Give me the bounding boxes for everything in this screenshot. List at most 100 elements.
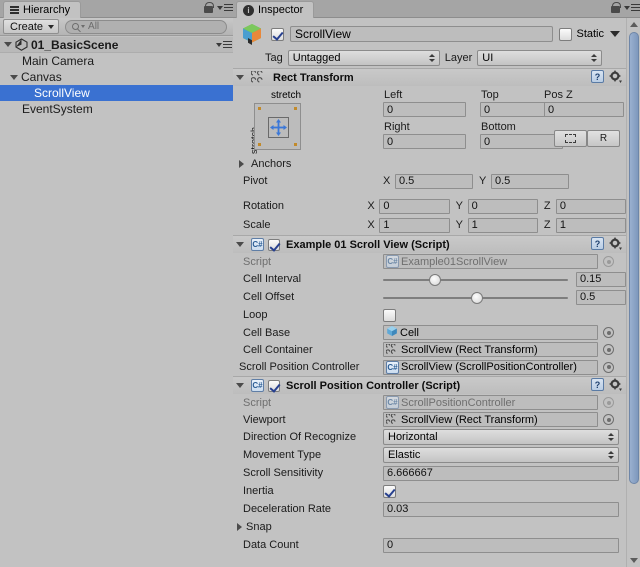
cell-interval-slider[interactable]	[383, 273, 568, 286]
chevron-down-icon[interactable]	[236, 75, 244, 80]
slider-handle[interactable]	[471, 291, 483, 304]
rect-transform-icon	[250, 70, 267, 84]
prefab-cube-icon	[239, 21, 265, 47]
cell-base-objectfield[interactable]: Cell	[383, 325, 598, 340]
deceleration-rate-input[interactable]: 0.03	[383, 501, 619, 517]
scroll-position-controller-objectfield[interactable]: C# ScrollView (ScrollPositionController)	[383, 359, 598, 375]
rotation-y-input[interactable]: 0	[467, 198, 538, 214]
help-icon[interactable]: ?	[591, 378, 604, 391]
lock-icon[interactable]	[611, 2, 621, 13]
loop-label: Loop	[243, 309, 268, 321]
hierarchy-toolbar: Create All	[0, 18, 233, 36]
tab-inspector[interactable]: i Inspector	[236, 1, 315, 18]
panel-menu-icon[interactable]	[624, 2, 640, 13]
static-dropdown-caret-icon[interactable]	[610, 31, 620, 37]
cell-base-picker-icon[interactable]	[603, 327, 614, 338]
scroll-down-arrow-icon[interactable]	[627, 554, 640, 567]
scale-y-axis: Y	[455, 219, 463, 231]
hierarchy-scene-row[interactable]: 01_BasicScene	[0, 37, 233, 53]
cell-container-picker-icon[interactable]	[603, 344, 614, 355]
pivot-y-input[interactable]: 0.5	[491, 173, 569, 189]
scrollbar-thumb[interactable]	[629, 32, 639, 484]
movement-type-dropdown[interactable]: Elastic	[383, 447, 619, 463]
cell-offset-input[interactable]: 0.5	[576, 289, 626, 305]
hierarchy-tab-controls	[204, 2, 233, 13]
lock-icon[interactable]	[204, 2, 214, 13]
snap-foldout[interactable]: Snap	[233, 518, 626, 536]
chevron-updown-icon	[591, 54, 598, 62]
component-enabled-checkbox[interactable]	[268, 238, 280, 251]
cell-container-objectfield[interactable]: ScrollView (Rect Transform)	[383, 342, 598, 357]
anchors-foldout[interactable]: Anchors	[239, 158, 291, 170]
hierarchy-item-eventsystem[interactable]: EventSystem	[0, 101, 233, 117]
direction-of-recognize-row: Direction Of Recognize Horizontal	[233, 428, 626, 446]
inspector-scrollbar[interactable]	[626, 18, 640, 567]
scroll-sensitivity-label: Scroll Sensitivity	[243, 467, 324, 479]
example-01-scroll-view-header[interactable]: C# Example 01 Scroll View (Script) ?	[233, 236, 626, 253]
gear-icon[interactable]	[609, 70, 622, 83]
chevron-down-icon[interactable]	[4, 42, 12, 47]
left-input[interactable]: 0	[383, 102, 466, 117]
anchor-preset-stretch-glyph	[268, 117, 289, 138]
gameobject-name-value: ScrollView	[295, 27, 351, 41]
layer-value: UI	[482, 52, 494, 64]
data-count-input[interactable]: 0	[383, 537, 619, 553]
script-picker-icon[interactable]	[603, 256, 614, 267]
script-objectfield[interactable]: C# Example01ScrollView	[383, 254, 598, 269]
gameobject-enabled-checkbox[interactable]	[271, 27, 284, 41]
pivot-x-input[interactable]: 0.5	[395, 173, 473, 189]
scale-z-axis: Z	[543, 219, 551, 231]
raw-edit-mode-button[interactable]: R	[587, 130, 620, 147]
inertia-label: Inertia	[243, 485, 274, 497]
panel-menu-icon[interactable]	[217, 2, 233, 13]
search-input[interactable]: All	[65, 19, 227, 34]
hierarchy-item-canvas[interactable]: Canvas	[0, 69, 233, 85]
scale-y-input[interactable]: 1	[467, 217, 538, 233]
scale-x-input[interactable]: 1	[379, 217, 450, 233]
snap-label: Snap	[246, 521, 272, 533]
scene-menu-icon[interactable]	[216, 39, 232, 50]
rotation-x-input[interactable]: 0	[379, 198, 450, 214]
gear-icon[interactable]	[609, 237, 622, 250]
anchor-preset-button[interactable]	[254, 103, 301, 150]
inertia-checkbox[interactable]	[383, 484, 396, 498]
direction-of-recognize-dropdown[interactable]: Horizontal	[383, 429, 619, 445]
tag-dropdown[interactable]: Untagged	[287, 50, 440, 66]
spc-script-objectfield[interactable]: C# ScrollPositionController	[383, 395, 598, 410]
bottom-input[interactable]: 0	[480, 134, 563, 149]
viewport-objectfield[interactable]: ScrollView (Rect Transform)	[383, 412, 598, 427]
gear-icon[interactable]	[609, 378, 622, 391]
help-icon[interactable]: ?	[591, 237, 604, 250]
blueprint-mode-button[interactable]	[554, 130, 587, 147]
slider-handle[interactable]	[429, 273, 441, 286]
static-checkbox[interactable]	[559, 27, 573, 41]
tab-hierarchy[interactable]: Hierarchy	[3, 1, 82, 18]
right-input[interactable]: 0	[383, 134, 466, 149]
viewport-picker-icon[interactable]	[603, 414, 614, 425]
cell-offset-slider[interactable]	[383, 291, 568, 304]
layer-dropdown[interactable]: UI	[477, 50, 603, 66]
create-button[interactable]: Create	[3, 19, 60, 34]
chevron-down-icon[interactable]	[10, 74, 18, 80]
chevron-down-icon[interactable]	[236, 383, 244, 388]
hierarchy-item-main-camera[interactable]: Main Camera	[0, 53, 233, 69]
hierarchy-item-scrollview[interactable]: ScrollView	[0, 85, 233, 101]
cell-interval-row: Cell Interval 0.15	[233, 270, 626, 288]
loop-checkbox[interactable]	[383, 308, 396, 322]
scale-z-input[interactable]: 1	[555, 217, 626, 233]
cell-interval-input[interactable]: 0.15	[576, 271, 626, 287]
rect-transform-header[interactable]: Rect Transform ?	[233, 69, 626, 86]
script-row: Script C# Example01ScrollView	[233, 253, 626, 270]
rotation-z-input[interactable]: 0	[555, 198, 626, 214]
posz-input[interactable]: 0	[544, 102, 624, 117]
help-icon[interactable]: ?	[591, 70, 604, 83]
scroll-sensitivity-input[interactable]: 6.666667	[383, 465, 619, 481]
component-enabled-checkbox[interactable]	[268, 379, 280, 392]
hierarchy-item-label: Canvas	[21, 70, 62, 84]
scroll-up-arrow-icon[interactable]	[627, 18, 640, 31]
scroll-position-controller-header[interactable]: C# Scroll Position Controller (Script) ?	[233, 377, 626, 394]
chevron-down-icon[interactable]	[236, 242, 244, 247]
spc-script-picker-icon[interactable]	[603, 397, 614, 408]
scroll-position-controller-picker-icon[interactable]	[603, 361, 614, 373]
gameobject-name-input[interactable]: ScrollView	[290, 26, 554, 42]
